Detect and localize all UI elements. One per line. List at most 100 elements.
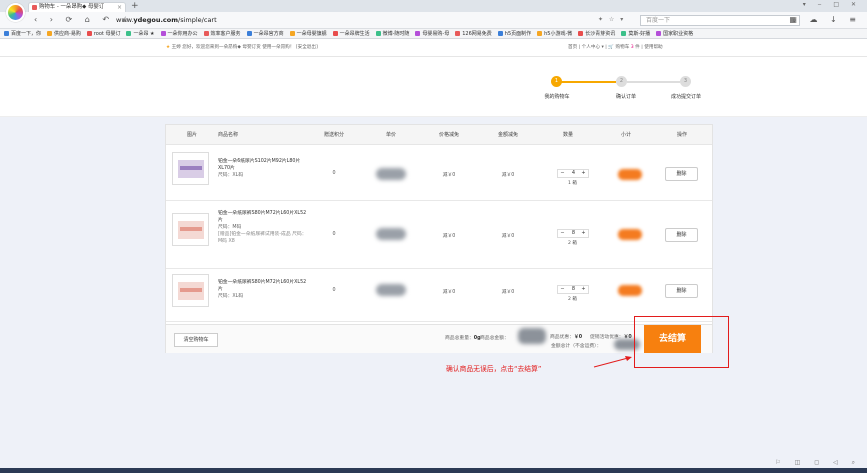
decrease-button[interactable]: − — [558, 170, 567, 177]
window-controls[interactable]: ▾ ‒ □ ✕ — [803, 1, 861, 8]
personal-center-link[interactable]: 个人中心 — [582, 45, 600, 50]
bookmark-favicon-icon — [203, 30, 209, 36]
points-value: 0 — [332, 232, 336, 237]
close-tab-icon[interactable]: × — [117, 3, 122, 12]
step-3-circle: 3 — [680, 76, 691, 87]
quantity-value[interactable]: 4 — [569, 170, 578, 177]
bookmark-label: 莫斯-好播 — [628, 31, 651, 37]
table-row: 铂金一朵6纸尿片S102片M92片L80片XL70片 尺码：XL码 0 减￥0 … — [166, 146, 712, 201]
quantity-value[interactable]: 8 — [569, 230, 578, 237]
col-price: 单价 — [385, 132, 397, 138]
product-gift: [赠品]铂金一朵纸尿裤试用装-成品 尺码：M码 X8 — [218, 232, 307, 244]
browser-toolbar-icons[interactable]: ▦ ☁ ↓ ≡ — [789, 15, 861, 24]
welcome-text: ★ 王婷 您好，欢迎您来到一朵昂购◆ 母婴订货 使用一朵昂购！ [安全退出] — [166, 39, 318, 57]
step-1-circle: 1 — [551, 76, 562, 87]
annotation-highlight-box — [634, 316, 729, 368]
welcome-message: 王婷 您好，欢迎您来到一朵昂购◆ 母婴订货 使用一朵昂购！ — [171, 45, 295, 50]
product-title[interactable]: 铂金一朵纸尿裤S80片M72片L60片XL52片 — [218, 210, 310, 224]
decrease-button[interactable]: − — [558, 286, 567, 293]
site-top-bar: ★ 王婷 您好，欢迎您来到一朵昂购◆ 母婴订货 使用一朵昂购！ [安全退出] 首… — [0, 39, 867, 57]
bookmark-item[interactable]: 一朵昂牌生活 — [332, 29, 370, 38]
browser-logo-icon[interactable] — [6, 3, 25, 22]
home-link[interactable]: 首页 — [568, 45, 577, 50]
total-amount-redacted — [518, 328, 546, 344]
table-row: 铂金一朵纸尿裤S80片M72片L60片XL52片 尺码：XL码 0 减￥0 减￥… — [166, 270, 712, 322]
cart-link[interactable]: 购物车 — [616, 45, 630, 50]
amount-cut-value: 减￥0 — [501, 173, 515, 178]
bookmark-favicon-icon — [415, 30, 421, 36]
bookmark-item[interactable]: 效率客户服务 — [203, 29, 241, 38]
bookmark-label: 一朵昂 ★ — [133, 31, 155, 37]
bookmark-item[interactable]: 百度一下，你 — [4, 29, 42, 38]
bookmark-item[interactable]: 一朵母婴旗舰 — [289, 29, 327, 38]
bookmark-favicon-icon — [332, 30, 338, 36]
bookmark-label: 百度一下，你 — [11, 31, 42, 37]
bookmark-item[interactable]: 126网易免费 — [455, 29, 492, 38]
decrease-button[interactable]: − — [558, 230, 567, 237]
quantity-value[interactable]: 8 — [569, 286, 578, 293]
star-icon: ★ — [166, 45, 171, 50]
step-2-circle: 2 — [616, 76, 627, 87]
search-placeholder: 百度一下 — [646, 17, 671, 24]
delete-button[interactable]: 删除 — [665, 167, 698, 181]
bookmark-item[interactable]: 国家职业资格 — [656, 29, 694, 38]
bookmark-favicon-icon — [47, 30, 53, 36]
step-3-label: 成功提交订单 — [670, 94, 702, 100]
col-price-cut: 价格减免 — [438, 132, 460, 138]
url-path: /simple/cart — [178, 16, 217, 24]
col-actions: 操作 — [676, 132, 688, 138]
status-bar-icons[interactable]: ⚐ ◫ ◻ ◁ ⌕ — [775, 459, 861, 467]
delete-button[interactable]: 删除 — [665, 228, 698, 242]
address-bar[interactable]: www.ydegou.com/simple/cart — [116, 15, 636, 26]
product-name: 铂金一朵纸尿裤S80片M72片L60片XL52片 尺码：XL码 — [218, 279, 310, 300]
address-bar-icons[interactable]: ✦ ☆ ▾ — [598, 16, 625, 23]
bookmark-item[interactable]: root 母婴订 — [86, 29, 120, 38]
bookmark-favicon-icon — [656, 30, 662, 36]
price-redacted — [376, 228, 406, 240]
table-row: 铂金一朵纸尿裤S80片M72片L60片XL52片 尺码：M码 [赠品]铂金一朵纸… — [166, 202, 712, 269]
increase-button[interactable]: + — [579, 286, 588, 293]
bookmark-label: 微博-随时随 — [382, 31, 410, 37]
bookmark-item[interactable]: 长沙青芽资讯 — [578, 29, 616, 38]
increase-button[interactable]: + — [579, 230, 588, 237]
quantity-stepper[interactable]: − 8 + — [557, 285, 589, 294]
bookmark-item[interactable]: 母婴易购-母 — [415, 29, 449, 38]
new-tab-icon[interactable]: + — [131, 1, 139, 11]
product-image[interactable] — [172, 152, 209, 185]
quantity-stepper[interactable]: − 8 + — [557, 229, 589, 238]
bookmark-item[interactable]: 供应商-易购 — [47, 29, 81, 38]
product-image[interactable] — [172, 274, 209, 307]
bookmark-item[interactable]: 微博-随时随 — [375, 29, 410, 38]
bookmark-favicon-icon — [578, 30, 584, 36]
bookmark-item[interactable]: h5小游戏-微 — [537, 29, 573, 38]
bookmark-item[interactable]: h5页面制作 — [497, 29, 531, 38]
col-points: 赠送积分 — [323, 132, 345, 138]
product-title[interactable]: 铂金一朵6纸尿片S102片M92片L80片XL70片 — [218, 158, 310, 172]
help-link[interactable]: 使用帮助 — [644, 45, 662, 50]
bookmark-favicon-icon — [621, 30, 627, 36]
total-amount-label: 商品总金额： — [480, 336, 509, 341]
search-input[interactable]: 百度一下 ⌕ — [640, 15, 800, 26]
increase-button[interactable]: + — [579, 170, 588, 177]
bookmark-label: 一朵你用办公 — [167, 31, 198, 37]
step-1-label: 我的购物车 — [544, 94, 570, 100]
product-image[interactable] — [172, 213, 209, 246]
bookmark-item[interactable]: 莫斯-好播 — [621, 29, 651, 38]
quantity-stepper[interactable]: − 4 + — [557, 169, 589, 178]
bookmark-label: 一朵母婴旗舰 — [296, 31, 327, 37]
clear-cart-button[interactable]: 清空购物车 — [174, 333, 218, 347]
product-title[interactable]: 铂金一朵纸尿裤S80片M72片L60片XL52片 — [218, 279, 310, 293]
bookmark-label: 国家职业资格 — [663, 31, 694, 37]
bookmark-item[interactable]: 一朵昂 ★ — [126, 29, 155, 38]
bookmark-label: 长沙青芽资讯 — [585, 31, 616, 37]
bookmark-item[interactable]: 一朵昂官方商 — [246, 29, 284, 38]
cart-count: 3 — [630, 45, 634, 50]
amount-cut-value: 减￥0 — [501, 290, 515, 295]
bookmarks-bar: 百度一下，你 供应商-易购 root 母婴订 一朵昂 ★ 一朵你用办公 效率客户服务 一朵昂… — [0, 29, 867, 39]
bookmark-label: h5小游戏-微 — [544, 31, 573, 37]
delete-button[interactable]: 删除 — [665, 284, 698, 298]
cart-table: 图片 商品名称 赠送积分 单价 价格减免 金额减免 数量 小计 操作 铂金一朵6… — [165, 124, 713, 353]
browser-tab[interactable]: 购物车 - 一朵昂购◆ 母婴订 × — [28, 2, 126, 12]
logout-link[interactable]: [安全退出] — [296, 45, 318, 50]
bookmark-item[interactable]: 一朵你用办公 — [160, 29, 198, 38]
